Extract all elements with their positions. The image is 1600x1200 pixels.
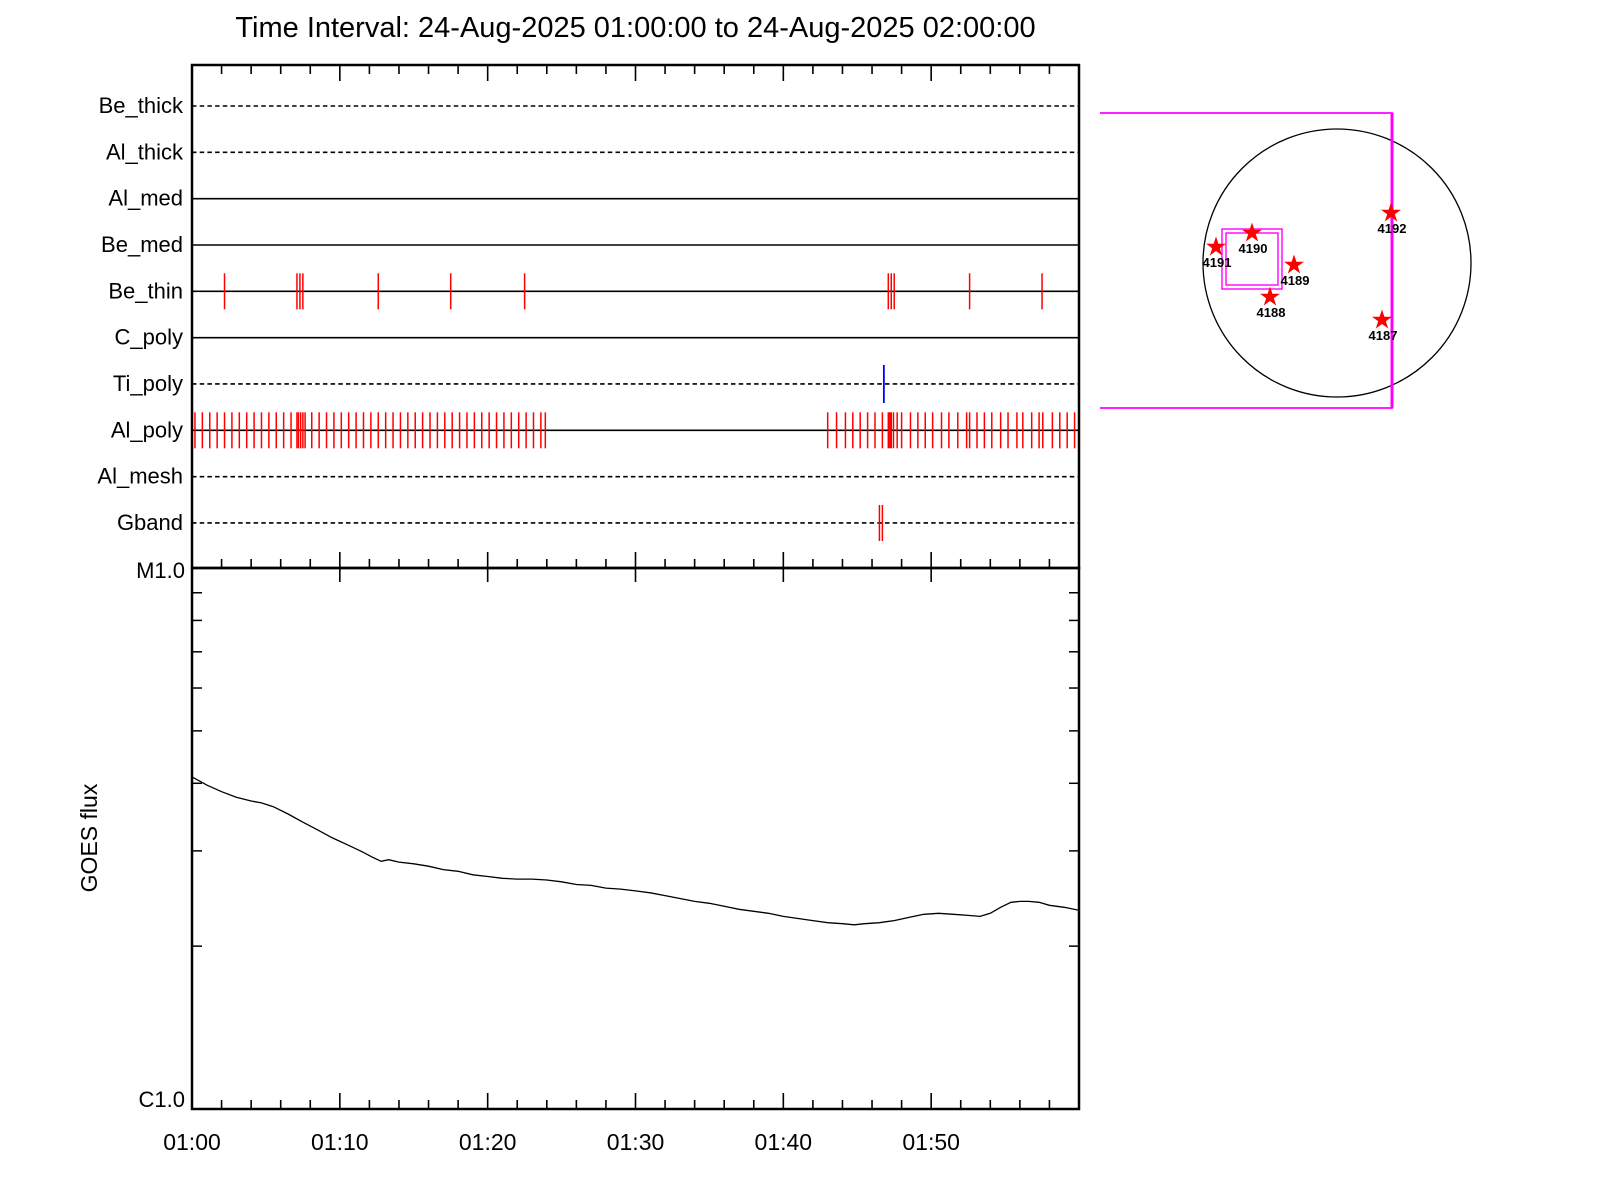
x-tick-label: 01:50 (902, 1129, 960, 1155)
screenshot-stage: Time Interval: 24-Aug-2025 01:00:00 to 2… (0, 0, 1600, 1200)
goes-ymax-label: M1.0 (136, 558, 185, 583)
filter-row-label: C_poly (115, 325, 183, 350)
active-region-star (1284, 254, 1304, 274)
active-region-label: 4188 (1257, 305, 1286, 320)
fov-bracket (1100, 112, 1393, 409)
plots-canvas: Be_thick Al_thick Al_med Be_med Be_thin C_pol… (76, 63, 1472, 1155)
sun-disk (1202, 128, 1472, 398)
active-region-label: 4192 (1378, 221, 1407, 236)
active-region-label: 4189 (1281, 273, 1310, 288)
goes-flux-curve (191, 776, 1080, 926)
filter-row-label: Be_thick (99, 93, 184, 118)
x-tick-label: 01:30 (607, 1129, 665, 1155)
filter-row-label: Gband (117, 510, 183, 535)
active-region-label: 4190 (1239, 241, 1268, 256)
filter-row-label: Al_thick (106, 139, 184, 164)
x-tick-label: 01:10 (311, 1129, 369, 1155)
filter-row-label: Be_thin (108, 278, 183, 303)
goes-panel-frame (190, 566, 1081, 1111)
filter-row-label: Al_poly (111, 417, 183, 442)
filter-panel-frame (190, 63, 1081, 570)
x-tick-label: 01:20 (459, 1129, 517, 1155)
filter-row-label: Al_mesh (97, 464, 183, 489)
active-region-star (1242, 222, 1262, 242)
active-region-label: 4187 (1369, 328, 1398, 343)
active-region-star (1372, 309, 1392, 329)
x-tick-label: 01:40 (755, 1129, 813, 1155)
filter-row-label: Ti_poly (113, 371, 183, 396)
active-region-label: 4191 (1203, 255, 1232, 270)
filter-row-label: Be_med (101, 232, 183, 257)
goes-y-axis-title: GOES flux (76, 783, 102, 892)
x-tick-label: 01:00 (163, 1129, 221, 1155)
filter-row-label: Al_med (108, 186, 183, 211)
goes-ymin-label: C1.0 (139, 1087, 185, 1112)
active-region-star (1206, 236, 1226, 256)
